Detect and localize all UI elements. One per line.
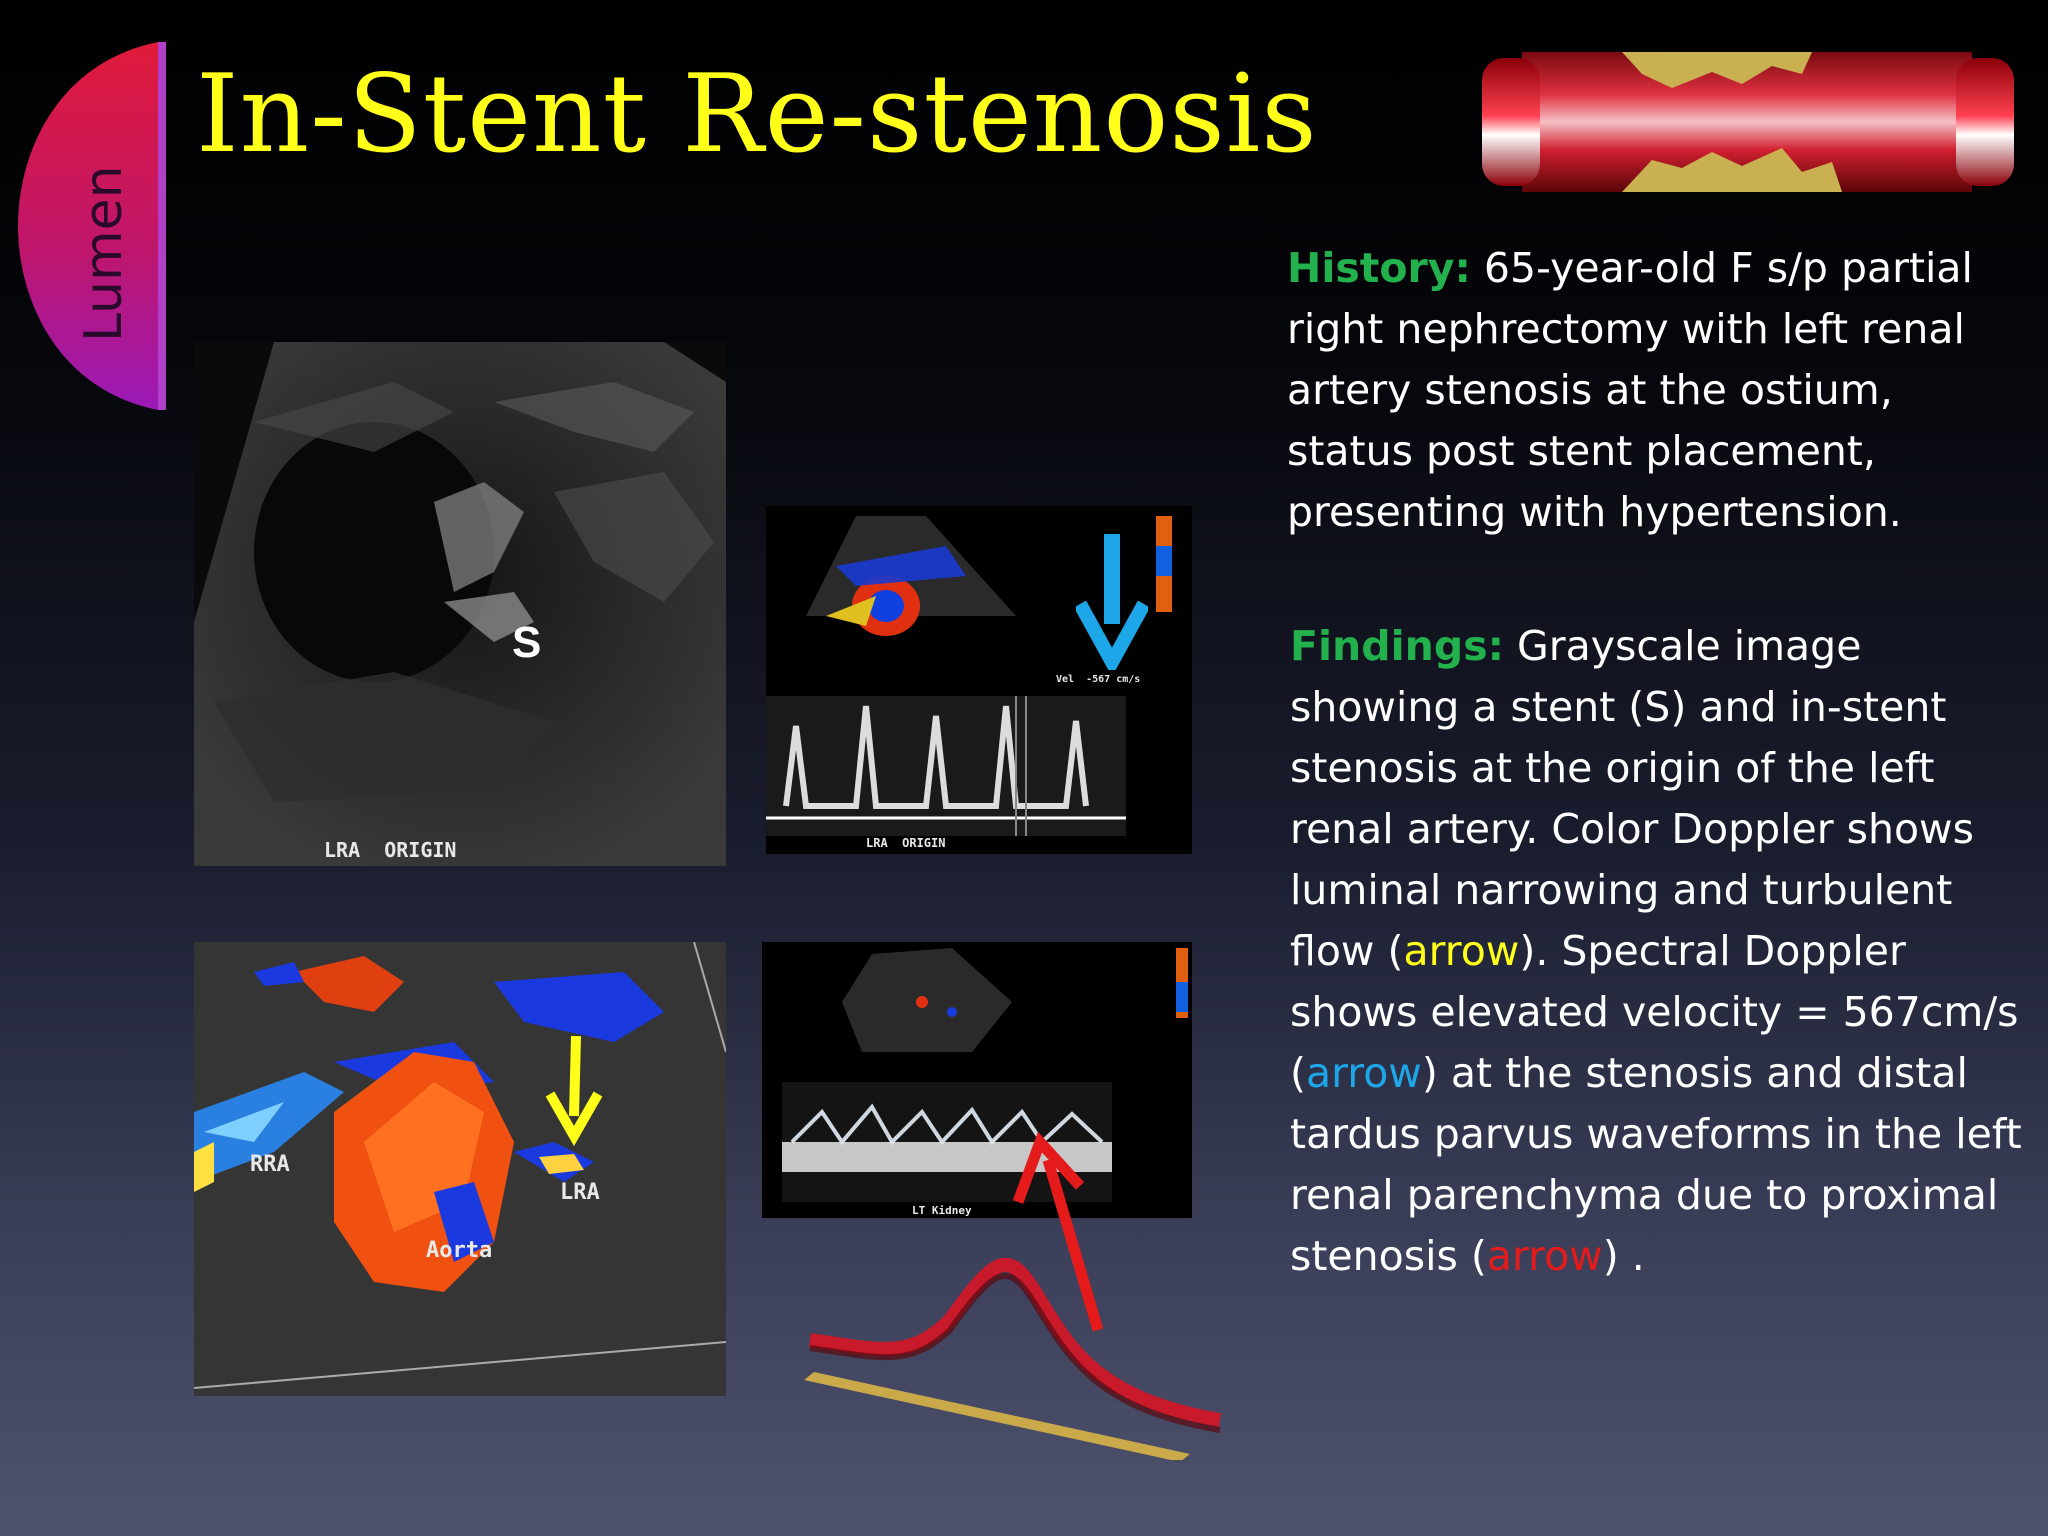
spectral-velocity-readout: Vel -567 cm/s xyxy=(1056,674,1141,685)
aorta-label: Aorta xyxy=(426,1238,493,1263)
findings-text-part1: Grayscale image showing a stent (S) and … xyxy=(1290,622,1974,975)
tardus-parvus-ribbon-illustration xyxy=(804,1257,1222,1460)
history-heading: History: xyxy=(1287,244,1471,292)
findings-heading: Findings: xyxy=(1290,622,1504,670)
spectral-origin-label: LRA ORIGIN xyxy=(866,836,946,850)
findings-paragraph: Findings: Grayscale image showing a sten… xyxy=(1290,616,2030,1287)
spectral-doppler-kidney-image: LT Kidney xyxy=(762,942,1192,1218)
history-paragraph: History: 65-year-old F s/p partial right… xyxy=(1287,238,2027,543)
grayscale-ultrasound-image: LRA ORIGIN xyxy=(194,342,726,866)
spectral-doppler-kidney-drawing xyxy=(782,948,1188,1202)
grayscale-origin-label: LRA ORIGIN xyxy=(324,838,457,862)
section-tab-label: Lumen xyxy=(74,165,134,342)
findings-arrow-red: arrow xyxy=(1486,1232,1603,1280)
section-tab: Lumen xyxy=(18,42,166,410)
slide-title: In-Stent Re-stenosis xyxy=(196,52,1318,177)
findings-arrow-blue: arrow xyxy=(1306,1049,1422,1097)
kidney-label: LT Kidney xyxy=(912,1204,972,1217)
color-doppler-image: RRA LRA Aorta xyxy=(194,942,726,1396)
lra-label: LRA xyxy=(560,1180,600,1205)
blue-arrow-icon xyxy=(1076,534,1148,670)
grayscale-ultrasound-drawing xyxy=(194,342,726,866)
findings-arrow-yellow: arrow xyxy=(1403,927,1520,975)
rra-label: RRA xyxy=(250,1152,290,1177)
yellow-arrow-icon xyxy=(545,1036,603,1146)
stent-illustration xyxy=(1482,52,2014,192)
stent-marker-label: S xyxy=(512,618,542,667)
findings-text-part4: ) . xyxy=(1602,1232,1645,1280)
